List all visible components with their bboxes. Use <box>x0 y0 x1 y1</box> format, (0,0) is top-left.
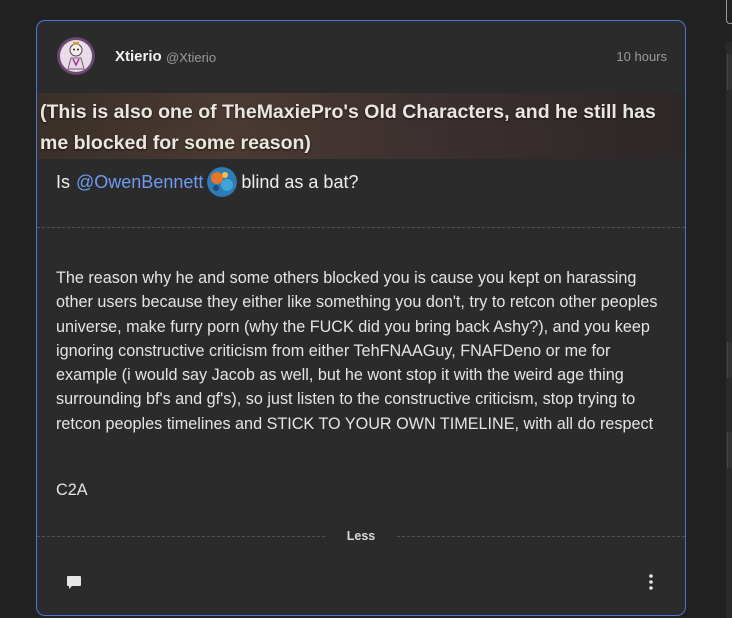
post-banner: (This is also one of TheMaxiePro's Old C… <box>37 93 685 159</box>
post-timestamp[interactable]: 10 hours <box>616 49 667 64</box>
banner-text: (This is also one of TheMaxiePro's Old C… <box>40 101 656 154</box>
post-footer <box>37 561 685 613</box>
offscreen-element-fragment <box>726 0 732 24</box>
comment-icon[interactable] <box>65 573 83 591</box>
edge-mark <box>727 432 732 468</box>
more-vertical-icon[interactable] <box>647 573 655 591</box>
character-avatar-icon <box>57 37 95 75</box>
post-header: Xtierio @Xtierio 10 hours <box>37 21 685 93</box>
post-card: Xtierio @Xtierio 10 hours (This is also … <box>36 20 686 616</box>
mention-link[interactable]: @OwenBennett <box>76 170 203 194</box>
question-prefix: Is <box>56 172 71 192</box>
author-name[interactable]: Xtierio <box>115 48 162 65</box>
author-handle[interactable]: @Xtierio <box>166 50 216 65</box>
edge-mark <box>727 342 732 378</box>
divider <box>37 227 685 228</box>
question-suffix: blind as a bat? <box>241 172 359 192</box>
reply-signature: C2A <box>56 481 88 499</box>
question-line: Is @OwenBennett blind as a bat? <box>56 167 358 197</box>
less-button[interactable]: Less <box>325 526 397 546</box>
edge-mark <box>727 54 732 90</box>
reply-body: The reason why he and some others blocke… <box>56 269 658 433</box>
right-edge-strip <box>726 42 732 618</box>
colorful-avatar-icon <box>207 167 238 197</box>
mention-avatar[interactable] <box>207 167 238 197</box>
author-avatar[interactable] <box>57 37 95 75</box>
page: Xtierio @Xtierio 10 hours (This is also … <box>0 0 732 618</box>
